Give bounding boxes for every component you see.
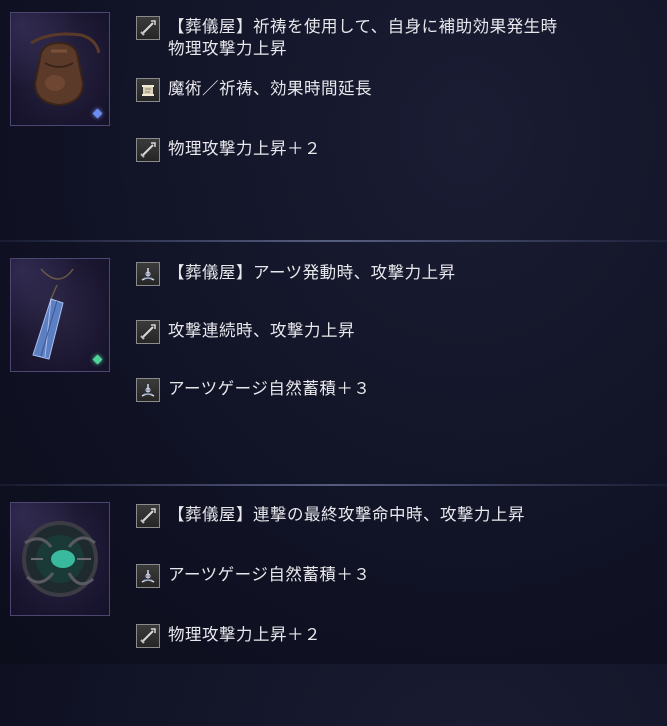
arts-icon xyxy=(136,378,160,402)
effect-row: アーツゲージ自然蓄積＋３ xyxy=(136,378,370,402)
effect-row: 【葬儀屋】祈祷を使用して、自身に補助効果発生時 物理攻撃力上昇 xyxy=(136,16,558,58)
pouch-relic-icon[interactable] xyxy=(10,12,110,126)
section-divider xyxy=(0,240,667,242)
effect-text: 攻撃連続時、攻撃力上昇 xyxy=(168,321,355,340)
effect-row: 攻撃連続時、攻撃力上昇 xyxy=(136,320,355,344)
arts-icon xyxy=(136,262,160,286)
effect-row: 【葬儀屋】連撃の最終攻撃命中時、攻撃力上昇 xyxy=(136,504,525,528)
effect-text: 魔術／祈祷、効果時間延長 xyxy=(168,79,372,98)
relic-entry-1[interactable]: 【葬儀屋】祈祷を使用して、自身に補助効果発生時 物理攻撃力上昇 魔術／祈祷、効果… xyxy=(0,4,667,236)
effect-row: 物理攻撃力上昇＋２ xyxy=(136,138,321,162)
effect-text: アーツゲージ自然蓄積＋３ xyxy=(168,379,371,398)
sword-icon xyxy=(136,138,160,162)
relic-entry-3[interactable]: 【葬儀屋】連撃の最終攻撃命中時、攻撃力上昇 アーツゲージ自然蓄積＋３ 物理攻撃力… xyxy=(0,494,667,726)
effect-text: 物理攻撃力上昇＋２ xyxy=(168,139,321,158)
section-divider xyxy=(0,484,667,486)
sword-icon xyxy=(136,16,160,40)
scroll-icon xyxy=(136,78,160,102)
effect-text: 【葬儀屋】連撃の最終攻撃命中時、攻撃力上昇 xyxy=(168,505,525,524)
sword-icon xyxy=(136,320,160,344)
thorn-orb-relic-icon[interactable] xyxy=(10,502,110,616)
effect-row: 魔術／祈祷、効果時間延長 xyxy=(136,78,372,102)
effect-text: アーツゲージ自然蓄積＋３ xyxy=(168,565,371,584)
crystal-pendant-relic-icon[interactable] xyxy=(10,258,110,372)
effect-text: 物理攻撃力上昇＋２ xyxy=(168,625,321,644)
arts-icon xyxy=(136,564,160,588)
effect-text: 【葬儀屋】祈祷を使用して、自身に補助効果発生時 物理攻撃力上昇 xyxy=(168,17,558,58)
sword-icon xyxy=(136,504,160,528)
effect-row: 物理攻撃力上昇＋２ xyxy=(136,624,321,648)
sword-icon xyxy=(136,624,160,648)
effect-row: アーツゲージ自然蓄積＋３ xyxy=(136,564,370,588)
effect-row: 【葬儀屋】アーツ発動時、攻撃力上昇 xyxy=(136,262,456,286)
relic-entry-2[interactable]: 【葬儀屋】アーツ発動時、攻撃力上昇 攻撃連続時、攻撃力上昇 アーツゲージ自然蓄積… xyxy=(0,250,667,482)
effect-text: 【葬儀屋】アーツ発動時、攻撃力上昇 xyxy=(168,263,456,282)
